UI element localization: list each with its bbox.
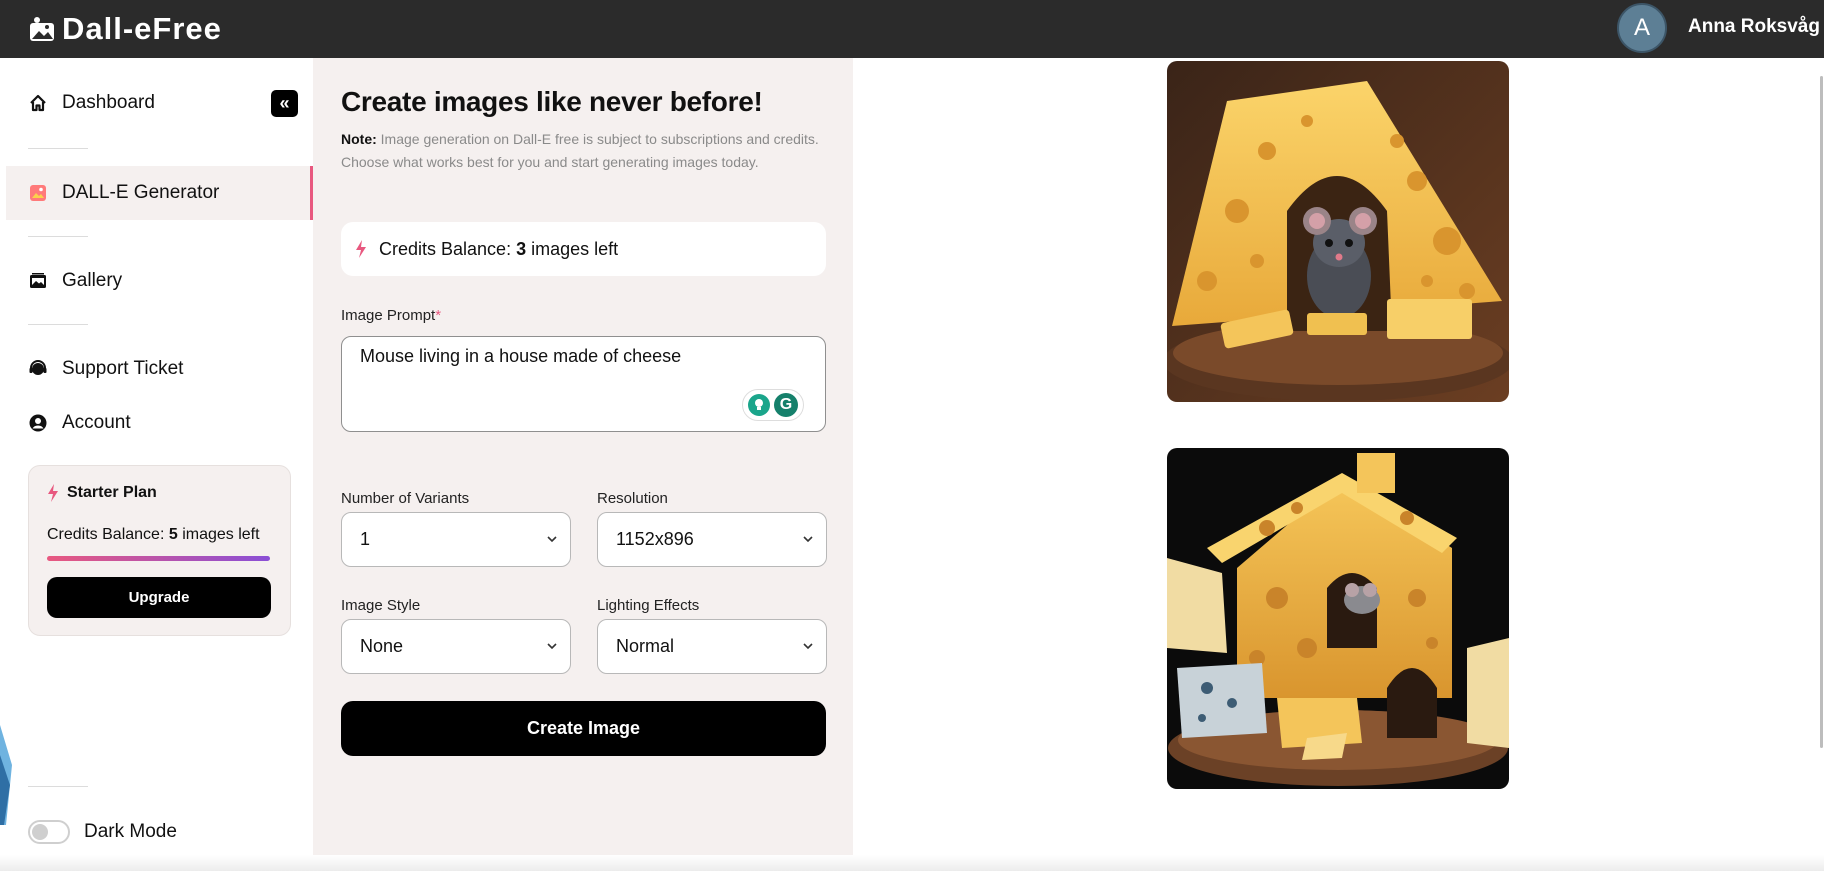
plan-card: Starter Plan Credits Balance: 5 images l… [28, 465, 291, 636]
image-style-select[interactable]: None [341, 619, 571, 674]
sidebar-divider [28, 324, 88, 325]
dark-mode-label: Dark Mode [84, 821, 177, 842]
credits-prefix: Credits Balance: [379, 238, 517, 259]
corner-decoration [0, 725, 12, 825]
user-icon [28, 413, 48, 433]
image-style-value: None [360, 636, 404, 656]
home-icon [28, 93, 48, 113]
note-label: Note: [341, 131, 377, 147]
chevron-down-icon [803, 643, 813, 650]
credits-balance-text: Credits Balance: 3 images left [379, 239, 618, 260]
variants-value: 1 [360, 529, 371, 549]
grammarly-widget[interactable]: G [742, 389, 804, 421]
bottom-edge [0, 855, 1824, 871]
resolution-label: Resolution [597, 490, 668, 507]
sidebar-item-label: Account [62, 412, 131, 433]
required-marker: * [435, 307, 442, 324]
sidebar-item-label: Dashboard [62, 92, 155, 113]
credits-suffix: images left [526, 238, 619, 259]
image-prompt-label: Image Prompt* [341, 307, 441, 324]
generated-image-mouse-in-cheese-wedge[interactable] [1167, 61, 1509, 402]
subscription-note: Note: Image generation on Dall-E free is… [341, 128, 821, 174]
resolution-value: 1152x896 [616, 529, 694, 549]
image-prompt-input[interactable]: Mouse living in a house made of cheese G [341, 336, 826, 432]
credits-prefix: Credits Balance: [47, 526, 169, 543]
plan-credits-balance: Credits Balance: 5 images left [47, 526, 260, 544]
sidebar-item-support-ticket[interactable]: Support Ticket [6, 342, 313, 396]
lighting-effects-label: Lighting Effects [597, 597, 700, 614]
lightning-icon [356, 240, 366, 258]
create-image-button[interactable]: Create Image [341, 701, 826, 756]
credits-progress-fill [47, 556, 270, 561]
sidebar-item-label: Support Ticket [62, 358, 184, 379]
app-name: Dall-eFree [62, 11, 222, 46]
user-avatar[interactable]: A [1617, 3, 1667, 53]
sidebar-divider [28, 236, 88, 237]
headset-icon [28, 359, 48, 379]
variants-label: Number of Variants [341, 490, 470, 507]
lighting-effects-value: Normal [616, 636, 675, 656]
image-style-label: Image Style [341, 597, 421, 614]
lightning-icon [48, 484, 58, 502]
credits-suffix: images left [177, 526, 260, 543]
photo-logo-icon [30, 17, 54, 41]
top-bar: Dall-eFree A Anna Roksvåg [0, 0, 1824, 58]
variants-select[interactable]: 1 [341, 512, 571, 567]
grammarly-icon[interactable]: G [774, 393, 798, 417]
sidebar-item-label: Gallery [62, 270, 123, 291]
cheese-house-picture [1167, 448, 1509, 789]
prompt-value: Mouse living in a house made of cheese [360, 346, 682, 366]
sidebar-item-account[interactable]: Account [6, 396, 313, 450]
credits-balance-box: Credits Balance: 3 images left [341, 222, 826, 276]
chevron-down-icon [803, 536, 813, 543]
plan-name: Starter Plan [67, 484, 157, 501]
cheese-wedge-picture [1167, 61, 1509, 402]
sidebar-item-label: DALL-E Generator [62, 182, 220, 203]
generator-form-panel: Create images like never before! Note: I… [313, 58, 853, 871]
sidebar: Dashboard « DALL-E Generator Gallery Sup… [6, 58, 313, 871]
credits-progress-bar [47, 556, 270, 561]
generated-images-area [853, 58, 1824, 871]
generated-image-cheese-house-with-mouse[interactable] [1167, 448, 1509, 789]
scrollbar-thumb[interactable] [1820, 76, 1823, 748]
upgrade-button[interactable]: Upgrade [47, 577, 271, 618]
note-text: Image generation on Dall-E free is subje… [341, 131, 819, 170]
sidebar-item-dashboard[interactable]: Dashboard [6, 76, 313, 130]
user-name[interactable]: Anna Roksvåg [1688, 16, 1820, 38]
resolution-select[interactable]: 1152x896 [597, 512, 827, 567]
lightbulb-icon[interactable] [748, 394, 770, 416]
lighting-effects-select[interactable]: Normal [597, 619, 827, 674]
gallery-icon [28, 271, 48, 291]
dark-mode-toggle[interactable] [28, 820, 70, 844]
page-title: Create images like never before! [341, 86, 763, 117]
sidebar-divider [28, 148, 88, 149]
label-text: Image Prompt [341, 307, 436, 324]
plan-title: Starter Plan [47, 484, 157, 502]
collapse-sidebar-button[interactable]: « [271, 90, 298, 117]
sidebar-item-dall-e-generator[interactable]: DALL-E Generator [6, 166, 313, 220]
image-icon [28, 183, 48, 203]
sidebar-item-gallery[interactable]: Gallery [6, 254, 313, 308]
chevron-down-icon [547, 536, 557, 543]
credits-count: 3 [516, 238, 527, 259]
credits-count: 5 [168, 526, 178, 543]
toggle-knob [32, 824, 48, 840]
sidebar-divider [28, 786, 88, 787]
brand-logo[interactable]: Dall-eFree [28, 8, 222, 50]
chevron-down-icon [547, 643, 557, 650]
